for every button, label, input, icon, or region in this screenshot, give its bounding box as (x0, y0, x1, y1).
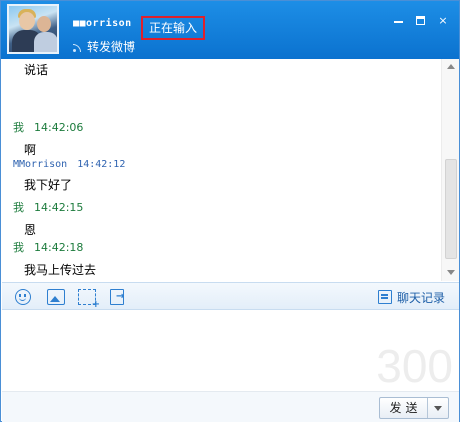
send-group: 发送 (379, 397, 449, 419)
message-item: 我 14:42:15 恩 (2, 199, 432, 238)
share-weibo-label: 转发微博 (87, 40, 136, 54)
message-sender: MMorrison (13, 159, 68, 170)
bottom-bar: 发送 (2, 391, 459, 422)
message-text: 我下好了 (24, 178, 73, 192)
char-count: 300 (376, 340, 453, 392)
maximize-icon[interactable] (415, 15, 427, 27)
message-item: 我 14:42:18 我马上传过去 (2, 239, 432, 278)
window-controls: × (393, 15, 449, 27)
message-input[interactable]: 300 (2, 311, 459, 392)
chat-history-icon (377, 290, 392, 304)
message-item: MMorrison 14:42:12 我下好了 (2, 159, 432, 193)
message-time: 14:42:12 (77, 159, 126, 170)
typing-status: 正在输入 (141, 16, 206, 40)
emoji-icon[interactable] (15, 289, 31, 305)
input-toolbar: 聊天记录 (2, 282, 459, 310)
close-icon[interactable]: × (437, 15, 449, 27)
send-button[interactable]: 发送 (380, 398, 428, 418)
chat-history-label: 聊天记录 (396, 290, 445, 305)
message-time: 14:42:06 (34, 121, 84, 134)
contact-name[interactable]: ■■orrison (73, 18, 132, 29)
chat-window: ■■orrison 正在输入 转发微博 × 说话 我 14:42:06 啊 MMo… (0, 0, 460, 422)
chat-header: ■■orrison 正在输入 转发微博 × (1, 1, 459, 59)
rss-icon (73, 42, 83, 52)
message-header: MMorrison 14:42:12 (2, 159, 432, 170)
message-time: 14:42:15 (34, 201, 84, 214)
message-text: 啊 (24, 143, 37, 157)
message-header: 我 14:42:18 (2, 239, 432, 255)
message-header: 我 14:42:06 (2, 119, 432, 135)
scroll-up-icon[interactable] (445, 61, 457, 73)
share-weibo-link[interactable]: 转发微博 (73, 38, 135, 55)
message-scrollbar[interactable] (441, 59, 459, 281)
message-header: 我 14:42:15 (2, 199, 432, 215)
message-sender: 我 (13, 201, 24, 214)
message-item: 说话 (2, 61, 432, 78)
scroll-down-icon[interactable] (445, 267, 457, 279)
message-text: 恩 (24, 223, 37, 237)
send-options-chevron-down-icon[interactable] (428, 398, 448, 418)
screenshot-icon[interactable] (78, 289, 100, 310)
contact-avatar[interactable] (7, 4, 59, 54)
message-text: 我马上传过去 (24, 263, 97, 277)
chat-history-button[interactable]: 聊天记录 (377, 288, 445, 306)
message-time: 14:42:18 (34, 241, 84, 254)
message-sender: 我 (13, 241, 24, 254)
send-file-icon[interactable] (110, 289, 124, 305)
message-history: 说话 我 14:42:06 啊 MMorrison 14:42:12 我下好了 我1… (2, 59, 443, 281)
message-item: 我 14:42:06 啊 (2, 119, 432, 158)
message-text: 说话 (24, 63, 49, 77)
scroll-thumb[interactable] (445, 159, 457, 259)
minimize-icon[interactable] (393, 15, 405, 27)
message-sender: 我 (13, 121, 24, 134)
image-icon[interactable] (47, 289, 65, 305)
